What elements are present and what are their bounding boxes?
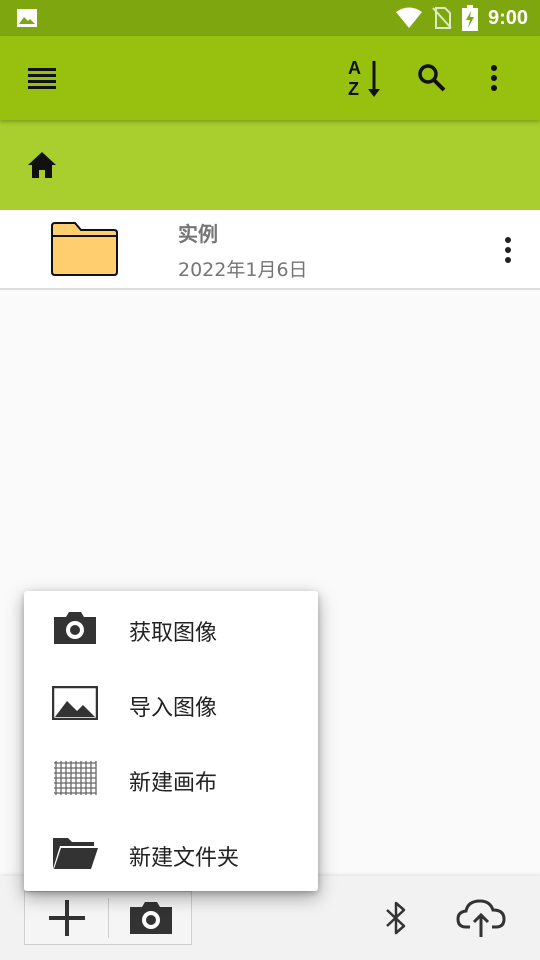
menu-item-label: 新建画布 [129,771,218,796]
sort-az-icon: A Z [348,58,380,99]
sort-button[interactable]: A Z [342,54,390,102]
menu-item-new-canvas[interactable]: 新建画布 [24,741,318,816]
menu-item-import-image[interactable]: 导入图像 [24,666,318,741]
no-sim-icon [432,7,452,29]
more-options-button[interactable] [470,54,518,102]
bluetooth-button[interactable] [372,894,420,942]
menu-item-label: 获取图像 [129,621,218,646]
grid-canvas-icon [54,761,97,795]
svg-text:Z: Z [348,79,359,99]
more-vert-icon [505,237,511,263]
list-menu-button[interactable] [18,54,66,102]
svg-text:A: A [348,58,361,78]
add-icon [48,900,85,936]
add-popup-menu: 获取图像 导入图像 新建画布 新建文件夹 [24,591,318,891]
wifi-icon [395,7,422,28]
cloud-upload-icon [456,899,506,937]
status-bar: 9:00 [0,0,540,36]
folder-open-icon [53,838,98,869]
camera-button[interactable] [109,892,192,944]
file-date: 2022年1月6日 [178,259,308,281]
folder-icon [51,222,118,276]
menu-item-new-folder[interactable]: 新建文件夹 [24,816,318,891]
camera-icon [129,902,172,934]
gallery-icon [17,9,37,27]
list-item[interactable]: 实例 2022年1月6日 [0,210,540,290]
menu-item-capture-image[interactable]: 获取图像 [24,591,318,666]
search-button[interactable] [408,54,456,102]
camera-icon [54,612,96,644]
battery-charging-icon [461,5,478,31]
clock: 9:00 [487,6,528,29]
search-icon [418,64,446,92]
app-bar: A Z [0,36,540,120]
add-button[interactable] [25,892,108,944]
item-more-button[interactable] [488,228,528,272]
home-icon[interactable] [26,150,58,180]
bluetooth-icon [386,901,406,935]
image-icon [52,686,98,720]
menu-item-label: 新建文件夹 [129,846,240,871]
menu-item-label: 导入图像 [129,696,218,721]
more-vert-icon [491,65,497,91]
list-menu-icon [28,68,56,89]
breadcrumb [0,120,540,210]
cloud-upload-button[interactable] [452,892,510,944]
file-name: 实例 [178,222,218,246]
add-segment [24,891,192,945]
